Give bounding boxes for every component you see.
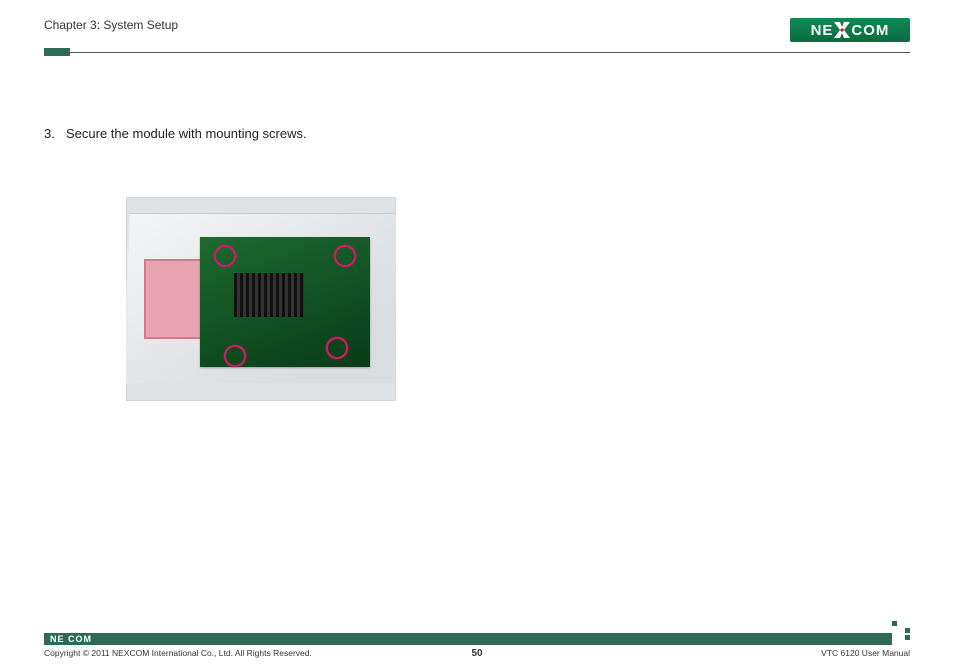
photo-thermal-pad: [144, 259, 202, 339]
screw-callout-icon: [326, 337, 348, 359]
footer-meta: Copyright © 2011 NEXCOM International Co…: [44, 645, 910, 658]
footer-decor-gap: [892, 633, 910, 645]
page-footer: NE COM Copyright © 2011 NEXCOM Internati…: [44, 633, 910, 658]
instruction-step: 3. Secure the module with mounting screw…: [44, 126, 910, 141]
footer-bar: NE COM: [44, 633, 910, 645]
document-title: VTC 6120 User Manual: [821, 648, 910, 658]
module-photo: [126, 197, 396, 401]
brand-logo-left: NE: [811, 22, 834, 39]
step-number: 3.: [44, 126, 58, 141]
brand-logo-text: NE COM: [811, 22, 890, 39]
footer-logo-text: NE COM: [50, 634, 92, 644]
copyright-text: Copyright © 2011 NEXCOM International Co…: [44, 648, 312, 658]
header-rule: [44, 48, 910, 56]
brand-logo-right: COM: [851, 22, 889, 39]
brand-logo-x-icon: [834, 22, 850, 38]
header-rule-line: [70, 52, 910, 53]
page-number: 50: [471, 648, 482, 659]
photo-heatsink: [234, 273, 304, 317]
screw-callout-icon: [214, 245, 236, 267]
brand-logo: NE COM: [790, 18, 910, 42]
document-page: Chapter 3: System Setup NE COM 3. Secure…: [0, 0, 954, 672]
page-body: 3. Secure the module with mounting screw…: [44, 56, 910, 401]
header-rule-bar: [44, 48, 70, 56]
chapter-title: Chapter 3: System Setup: [44, 18, 178, 32]
step-text: Secure the module with mounting screws.: [66, 126, 307, 141]
screw-callout-icon: [224, 345, 246, 367]
screw-callout-icon: [334, 245, 356, 267]
page-header: Chapter 3: System Setup NE COM: [44, 18, 910, 42]
